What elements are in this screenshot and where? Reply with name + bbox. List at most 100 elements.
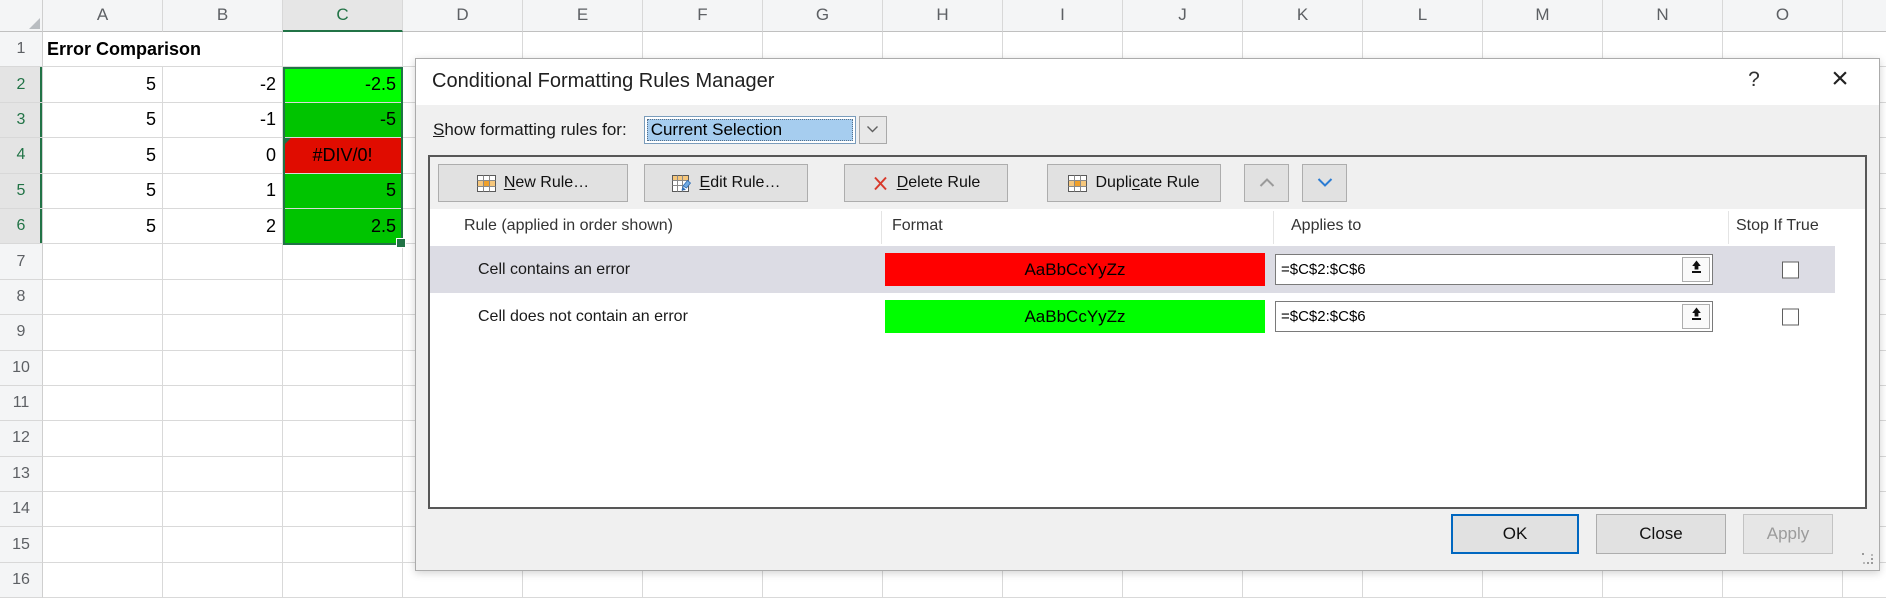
- cell-c4[interactable]: #DIV/0!: [283, 138, 403, 173]
- cell-b5[interactable]: 1: [163, 174, 283, 209]
- cell-b10[interactable]: [163, 351, 283, 386]
- cell-a3[interactable]: 5: [43, 103, 163, 138]
- cell-a15[interactable]: [43, 527, 163, 562]
- cell-c16[interactable]: [283, 563, 403, 598]
- row-header-13[interactable]: 13: [0, 457, 43, 492]
- cell-a10[interactable]: [43, 351, 163, 386]
- column-header-m[interactable]: M: [1483, 0, 1603, 32]
- row-header-1[interactable]: 1: [0, 32, 43, 67]
- select-all-corner[interactable]: [0, 0, 43, 32]
- scope-combobox[interactable]: Current Selection: [644, 116, 887, 144]
- column-header-n[interactable]: N: [1603, 0, 1723, 32]
- cell-b6[interactable]: 2: [163, 209, 283, 244]
- applies-to-input[interactable]: =$C$2:$C$6: [1275, 301, 1713, 332]
- cell-c7[interactable]: [283, 244, 403, 279]
- cell-c1[interactable]: [283, 32, 403, 67]
- column-header-g[interactable]: G: [763, 0, 883, 32]
- cell-c11[interactable]: [283, 386, 403, 421]
- cell-b2[interactable]: -2: [163, 67, 283, 102]
- applies-to-input[interactable]: =$C$2:$C$6: [1275, 254, 1713, 285]
- column-header-h[interactable]: H: [883, 0, 1003, 32]
- row-header-9[interactable]: 9: [0, 315, 43, 350]
- row-header-6[interactable]: 6: [0, 209, 43, 244]
- close-icon[interactable]: ×: [1823, 62, 1857, 96]
- new-rule-button[interactable]: New Rule…: [438, 164, 628, 202]
- cell-c10[interactable]: [283, 351, 403, 386]
- cell-c8[interactable]: [283, 280, 403, 315]
- cell-c6[interactable]: 2.5: [283, 209, 403, 244]
- cell-b15[interactable]: [163, 527, 283, 562]
- dialog-titlebar[interactable]: Conditional Formatting Rules Manager ? ×: [416, 59, 1879, 105]
- cell-a13[interactable]: [43, 457, 163, 492]
- row-header-11[interactable]: 11: [0, 386, 43, 421]
- move-rule-up-button[interactable]: [1244, 164, 1289, 202]
- duplicate-rule-button[interactable]: Duplicate Rule: [1047, 164, 1221, 202]
- ok-button[interactable]: OK: [1451, 514, 1579, 554]
- row-header-2[interactable]: 2: [0, 67, 43, 102]
- cell-c15[interactable]: [283, 527, 403, 562]
- cell-c5[interactable]: 5: [283, 174, 403, 209]
- edit-rule-button[interactable]: Edit Rule…: [644, 164, 808, 202]
- scope-dropdown-button[interactable]: [859, 116, 887, 144]
- cell-a14[interactable]: [43, 492, 163, 527]
- rule-row[interactable]: Cell contains an errorAaBbCcYyZz=$C$2:$C…: [430, 246, 1865, 293]
- collapse-dialog-button[interactable]: [1682, 304, 1710, 329]
- resize-grip[interactable]: [1862, 553, 1874, 565]
- row-header-8[interactable]: 8: [0, 280, 43, 315]
- row-header-3[interactable]: 3: [0, 103, 43, 138]
- row-header-10[interactable]: 10: [0, 351, 43, 386]
- cell-a2[interactable]: 5: [43, 67, 163, 102]
- column-header-f[interactable]: F: [643, 0, 763, 32]
- cell-b7[interactable]: [163, 244, 283, 279]
- cell-a16[interactable]: [43, 563, 163, 598]
- column-header-b[interactable]: B: [163, 0, 283, 32]
- row-header-5[interactable]: 5: [0, 174, 43, 209]
- collapse-dialog-button[interactable]: [1682, 257, 1710, 282]
- row-header-15[interactable]: 15: [0, 527, 43, 562]
- cell-b4[interactable]: 0: [163, 138, 283, 173]
- row-header-14[interactable]: 14: [0, 492, 43, 527]
- column-header-j[interactable]: J: [1123, 0, 1243, 32]
- cell-c14[interactable]: [283, 492, 403, 527]
- cell-b3[interactable]: -1: [163, 103, 283, 138]
- delete-rule-button[interactable]: Delete Rule: [844, 164, 1008, 202]
- cell-a11[interactable]: [43, 386, 163, 421]
- cell-a1[interactable]: Error Comparison: [43, 32, 163, 67]
- column-header-l[interactable]: L: [1363, 0, 1483, 32]
- cell-a4[interactable]: 5: [43, 138, 163, 173]
- cell-b9[interactable]: [163, 315, 283, 350]
- cell-a12[interactable]: [43, 421, 163, 456]
- cell-a7[interactable]: [43, 244, 163, 279]
- row-header-16[interactable]: 16: [0, 563, 43, 598]
- move-rule-down-button[interactable]: [1302, 164, 1347, 202]
- cell-c3[interactable]: -5: [283, 103, 403, 138]
- cell-a6[interactable]: 5: [43, 209, 163, 244]
- stop-if-true-checkbox[interactable]: [1782, 261, 1799, 278]
- cell-c12[interactable]: [283, 421, 403, 456]
- rule-row[interactable]: Cell does not contain an errorAaBbCcYyZz…: [430, 293, 1865, 340]
- column-header-e[interactable]: E: [523, 0, 643, 32]
- cell-a5[interactable]: 5: [43, 174, 163, 209]
- cell-c2[interactable]: -2.5: [283, 67, 403, 102]
- cell-a9[interactable]: [43, 315, 163, 350]
- cell-b8[interactable]: [163, 280, 283, 315]
- stop-if-true-checkbox[interactable]: [1782, 308, 1799, 325]
- column-header-d[interactable]: D: [403, 0, 523, 32]
- row-header-4[interactable]: 4: [0, 138, 43, 173]
- cell-a8[interactable]: [43, 280, 163, 315]
- cell-b13[interactable]: [163, 457, 283, 492]
- row-header-12[interactable]: 12: [0, 421, 43, 456]
- apply-button[interactable]: Apply: [1743, 514, 1833, 554]
- column-header-c[interactable]: C: [283, 0, 403, 32]
- column-header-o[interactable]: O: [1723, 0, 1843, 32]
- column-header-k[interactable]: K: [1243, 0, 1363, 32]
- cell-b12[interactable]: [163, 421, 283, 456]
- column-header-i[interactable]: I: [1003, 0, 1123, 32]
- scope-combobox-field[interactable]: Current Selection: [644, 116, 856, 144]
- column-header-a[interactable]: A: [43, 0, 163, 32]
- help-icon[interactable]: ?: [1739, 68, 1769, 92]
- cell-c13[interactable]: [283, 457, 403, 492]
- cell-b14[interactable]: [163, 492, 283, 527]
- cell-b16[interactable]: [163, 563, 283, 598]
- row-header-7[interactable]: 7: [0, 244, 43, 279]
